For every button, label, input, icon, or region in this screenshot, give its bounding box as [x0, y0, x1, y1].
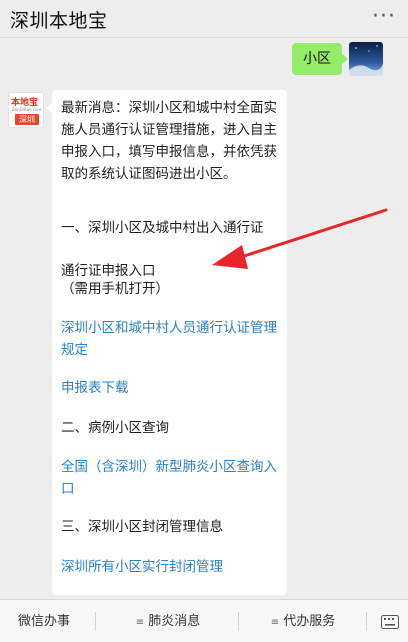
bottom-menu: 微信办事 ≡ 肺炎消息 ≡ 代办服务 — [0, 599, 408, 642]
user-avatar[interactable] — [349, 42, 383, 76]
bot-message-bubble: 最新消息：深圳小区和城中村全面实施人员通行认证管理措施，进入自主申报入口，填写申… — [46, 90, 287, 595]
keyboard-icon-glyph — [381, 614, 399, 629]
section-heading-closure: 三、深圳小区封闭管理信息 — [61, 519, 223, 535]
logo-city: 深圳 — [15, 114, 39, 125]
top-bar: 深圳本地宝 ··· — [0, 0, 408, 38]
menu-item-wechat-service[interactable]: 微信办事 — [0, 600, 88, 642]
menu-label: 代办服务 — [283, 614, 336, 629]
menu-divider — [366, 612, 367, 631]
logo-site: BenDiBao.com — [12, 107, 42, 112]
user-message-bubble: 小区 — [292, 43, 348, 75]
submenu-dots-icon: ≡ — [135, 617, 146, 628]
pass-apply-note: （需用手机打开） — [61, 281, 169, 297]
official-account-avatar[interactable]: 本地宝 BenDiBao.com 深圳 — [8, 92, 44, 128]
menu-label: 微信办事 — [17, 614, 70, 629]
closure-management-link[interactable]: 深圳所有小区实行封闭管理 — [61, 556, 279, 578]
keyboard-icon[interactable] — [372, 600, 408, 642]
section-heading-cases: 二、病例小区查询 — [61, 420, 169, 436]
news-paragraph: 最新消息：深圳小区和城中村全面实施人员通行认证管理措施，进入自主申报入口，填写申… — [61, 100, 277, 182]
menu-divider — [95, 612, 96, 631]
chat-title: 深圳本地宝 — [10, 10, 108, 32]
submenu-dots-icon: ≡ — [270, 617, 281, 628]
menu-divider — [238, 612, 239, 631]
form-download-link[interactable]: 申报表下载 — [61, 377, 279, 399]
case-community-query-link[interactable]: 全国（含深圳）新型肺炎小区查询入口 — [61, 456, 279, 500]
more-icon[interactable]: ··· — [372, 6, 396, 28]
menu-item-pneumonia-news[interactable]: ≡ 肺炎消息 — [105, 600, 231, 642]
menu-label: 肺炎消息 — [148, 614, 201, 629]
regulation-link[interactable]: 深圳小区和城中村人员通行认证管理规定 — [61, 317, 279, 361]
red-arrow-annotation — [212, 208, 388, 269]
night-sky-avatar-image — [349, 42, 383, 76]
menu-item-agency-service[interactable]: ≡ 代办服务 — [246, 600, 360, 642]
